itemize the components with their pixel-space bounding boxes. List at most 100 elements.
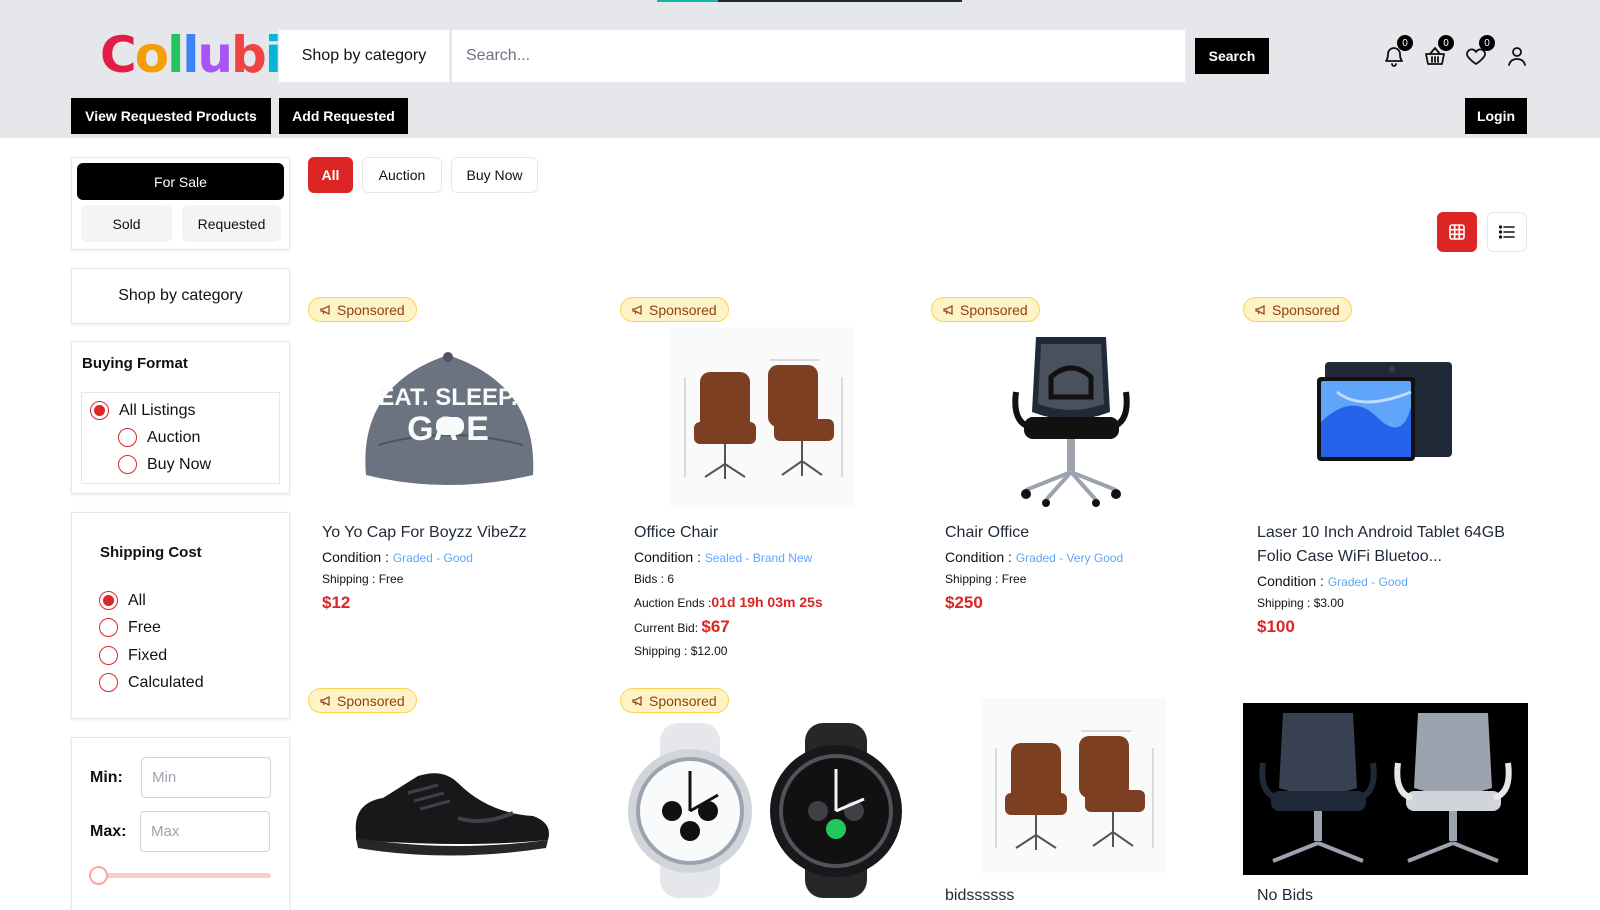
price-range-panel: Min: Max:	[71, 737, 290, 910]
product-card[interactable]: Sponsored	[620, 688, 910, 910]
product-image-office-chair[interactable]	[670, 327, 855, 507]
product-card[interactable]: Sponsored EAT. SLEEP. GA E Yo Yo Cap For…	[308, 297, 598, 627]
shipping-cost-panel: Shipping Cost All Free Fixed Calculated	[71, 512, 290, 719]
price-slider-track[interactable]	[98, 873, 271, 878]
product-shipping: Shipping : $3.00	[1257, 596, 1344, 610]
min-price-input[interactable]	[141, 757, 271, 798]
megaphone-icon	[943, 304, 953, 315]
auction-timer: 01d 19h 03m 25s	[711, 594, 823, 610]
basket-badge: 0	[1438, 35, 1454, 51]
shop-by-category-button[interactable]: Shop by category	[278, 29, 450, 83]
product-condition: Condition : Graded - Very Good	[945, 549, 1124, 565]
current-bid: Current Bid: $67	[634, 617, 730, 636]
product-bids: Bids : 6	[634, 572, 675, 586]
view-requested-products-button[interactable]: View Requested Products	[71, 98, 271, 134]
radio-circle[interactable]	[118, 455, 137, 474]
sold-tab[interactable]: Sold	[81, 205, 172, 242]
shipping-cost-title: Shipping Cost	[100, 544, 202, 561]
auction-ends: Auction Ends :01d 19h 03m 25s	[634, 594, 823, 610]
radio-all-listings[interactable]: All Listings	[90, 401, 195, 420]
max-price-input[interactable]	[140, 811, 270, 852]
site-logo[interactable]: Collubi	[100, 28, 282, 82]
buying-format-panel: Buying Format All Listings Auction Buy N…	[71, 341, 290, 494]
radio-circle[interactable]	[99, 673, 118, 692]
sponsored-badge: Sponsored	[308, 688, 417, 713]
product-image-watches[interactable]	[620, 723, 905, 898]
product-image-tablet[interactable]	[1317, 362, 1452, 462]
product-card[interactable]: bidssssss	[931, 688, 1221, 910]
product-title[interactable]: bidssssss	[945, 884, 1210, 908]
radio-shipping-all[interactable]: All	[99, 591, 146, 610]
product-shipping: Shipping : Free	[945, 572, 1027, 586]
list-view-button[interactable]	[1487, 212, 1527, 252]
site-header: Collubi Shop by category Search 0 0 0 Vi…	[0, 0, 1600, 138]
basket-button[interactable]: 0	[1421, 35, 1454, 70]
radio-circle[interactable]	[99, 618, 118, 637]
price-slider-handle[interactable]	[89, 866, 108, 885]
product-image-chairs-dark[interactable]	[1243, 703, 1528, 875]
search-button[interactable]: Search	[1195, 38, 1269, 74]
login-button[interactable]: Login	[1465, 98, 1527, 134]
add-requested-button[interactable]: Add Requested	[279, 98, 408, 134]
product-shipping: Shipping : $12.00	[634, 644, 728, 658]
product-card[interactable]: Sponsored Chair Office Condition : Grade…	[931, 297, 1221, 627]
product-title[interactable]: Yo Yo Cap For Boyzz VibeZz	[322, 521, 587, 545]
min-label: Min:	[90, 769, 123, 786]
radio-circle[interactable]	[118, 428, 137, 447]
for-sale-tab[interactable]: For Sale	[77, 163, 284, 200]
product-card[interactable]: No Bids	[1243, 688, 1533, 910]
radio-circle[interactable]	[99, 646, 118, 665]
product-title[interactable]: Office Chair	[634, 521, 899, 545]
product-image-cap[interactable]: EAT. SLEEP. GA E	[348, 325, 548, 500]
sponsored-badge: Sponsored	[620, 297, 729, 322]
megaphone-icon	[320, 695, 330, 706]
product-condition: Condition : Sealed - Brand New	[634, 549, 813, 565]
max-label: Max:	[90, 823, 127, 840]
product-image-office-chair[interactable]	[981, 698, 1166, 873]
product-image-shoe[interactable]	[348, 768, 558, 858]
account-button[interactable]	[1503, 42, 1531, 70]
radio-shipping-fixed[interactable]: Fixed	[99, 646, 167, 665]
page-load-progress	[657, 0, 962, 2]
notifications-button[interactable]: 0	[1380, 35, 1413, 70]
sponsored-badge: Sponsored	[620, 688, 729, 713]
product-image-chair-office[interactable]	[1006, 332, 1136, 507]
sponsored-badge: Sponsored	[308, 297, 417, 322]
product-title[interactable]: Laser 10 Inch Android Tablet 64GB Folio …	[1257, 521, 1522, 569]
requested-tab[interactable]: Requested	[182, 205, 281, 242]
product-title[interactable]: Chair Office	[945, 521, 1210, 545]
product-price: $100	[1257, 617, 1295, 636]
svg-text:EAT. SLEEP.: EAT. SLEEP.	[378, 384, 517, 411]
wishlist-badge: 0	[1479, 35, 1495, 51]
filter-tab-buy-now[interactable]: Buy Now	[451, 157, 538, 193]
product-card[interactable]: Sponsored	[308, 688, 598, 910]
sponsored-badge: Sponsored	[1243, 297, 1352, 322]
buying-format-title: Buying Format	[82, 355, 188, 372]
product-condition: Condition : Graded - Good	[322, 549, 473, 565]
radio-auction[interactable]: Auction	[118, 428, 200, 447]
megaphone-icon	[632, 695, 642, 706]
radio-circle[interactable]	[99, 591, 118, 610]
radio-shipping-free[interactable]: Free	[99, 618, 161, 637]
product-card[interactable]: Sponsored Laser 10 Inch Android Tablet 6…	[1243, 297, 1533, 647]
product-card[interactable]: Sponsored Office Chair Condition : Seale…	[620, 297, 910, 667]
radio-shipping-calculated[interactable]: Calculated	[99, 673, 204, 692]
user-icon	[1508, 47, 1526, 66]
megaphone-icon	[632, 304, 642, 315]
radio-circle[interactable]	[90, 401, 109, 420]
search-input[interactable]	[451, 29, 1186, 83]
megaphone-icon	[320, 304, 330, 315]
wishlist-button[interactable]: 0	[1462, 35, 1495, 70]
radio-buy-now[interactable]: Buy Now	[118, 455, 211, 474]
product-condition: Condition : Graded - Good	[1257, 573, 1408, 589]
product-title[interactable]: No Bids	[1257, 884, 1522, 908]
sidebar-shop-by-category[interactable]: Shop by category	[71, 268, 290, 324]
product-price: $250	[945, 593, 983, 612]
grid-icon	[1449, 224, 1465, 240]
filter-tab-all[interactable]: All	[308, 157, 353, 193]
grid-view-button[interactable]	[1437, 212, 1477, 252]
filter-tab-auction[interactable]: Auction	[362, 157, 442, 193]
megaphone-icon	[1255, 304, 1265, 315]
sponsored-badge: Sponsored	[931, 297, 1040, 322]
notifications-badge: 0	[1397, 35, 1413, 51]
